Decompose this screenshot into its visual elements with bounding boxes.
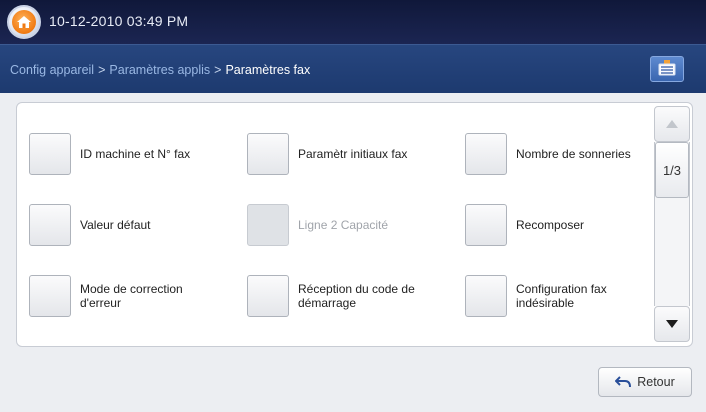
datetime-display: 10-12-2010 03:49 PM	[49, 13, 189, 29]
arrow-up-icon	[666, 120, 678, 128]
grid-item-default-value[interactable]: Valeur défaut	[29, 204, 215, 246]
back-button-label: Retour	[637, 375, 675, 389]
breadcrumb-item-config[interactable]: Config appareil	[10, 63, 94, 77]
grid-item-machine-id[interactable]: ID machine et N° fax	[29, 133, 215, 175]
scroll-track[interactable]: 1/3	[654, 142, 690, 306]
grid-item-label: Ligne 2 Capacité	[298, 218, 389, 232]
home-icon	[12, 10, 36, 34]
undo-arrow-icon	[615, 376, 632, 388]
grid-item-junk-fax[interactable]: Configuration fax indésirable	[465, 275, 651, 317]
page-scroller: 1/3	[654, 106, 690, 343]
grid-item-line2-capacity: Ligne 2 Capacité	[247, 204, 433, 246]
initial-fax-settings-button[interactable]	[247, 133, 289, 175]
grid-item-label: Recomposer	[516, 218, 585, 232]
scroll-down-button[interactable]	[654, 306, 690, 342]
page-indicator: 1/3	[662, 162, 682, 178]
grid-item-label: Réception du code de démarrage	[298, 282, 415, 310]
status-bar: 10-12-2010 03:49 PM	[0, 0, 706, 44]
start-code-button[interactable]	[247, 275, 289, 317]
line2-capacity-button	[247, 204, 289, 246]
grid-item-label: Nombre de sonneries	[516, 147, 631, 161]
home-button[interactable]	[7, 5, 41, 39]
default-value-button[interactable]	[29, 204, 71, 246]
redial-button[interactable]	[465, 204, 507, 246]
grid-item-start-code[interactable]: Réception du code de démarrage	[247, 275, 433, 317]
scroll-up-button[interactable]	[654, 106, 690, 142]
arrow-down-icon	[666, 320, 678, 328]
error-correction-button[interactable]	[29, 275, 71, 317]
breadcrumb-item-current: Paramètres fax	[225, 63, 311, 77]
grid-item-error-correction[interactable]: Mode de correction d'erreur	[29, 275, 215, 317]
fax-settings-screen: 10-12-2010 03:49 PM Config appareil > Para…	[0, 0, 706, 412]
breadcrumb-separator: >	[98, 63, 106, 77]
grid-item-ring-count[interactable]: Nombre de sonneries	[465, 133, 651, 175]
grid-item-label: Configuration fax indésirable	[516, 282, 607, 310]
grid-item-label: Mode de correction d'erreur	[80, 282, 183, 310]
grid-item-label: Valeur défaut	[80, 218, 151, 232]
ring-count-button[interactable]	[465, 133, 507, 175]
job-status-button[interactable]	[650, 56, 684, 82]
breadcrumb-item-app-settings[interactable]: Paramètres applis	[109, 63, 210, 77]
grid-item-redial[interactable]: Recomposer	[465, 204, 651, 246]
back-button[interactable]: Retour	[598, 367, 692, 397]
scroll-thumb[interactable]: 1/3	[655, 142, 689, 198]
grid-item-initial-fax-settings[interactable]: Paramètr initiaux fax	[247, 133, 433, 175]
junk-fax-button[interactable]	[465, 275, 507, 317]
machine-id-button[interactable]	[29, 133, 71, 175]
job-status-icon	[658, 60, 676, 76]
breadcrumb: Config appareil > Paramètres applis > Paramè…	[0, 44, 706, 93]
breadcrumb-separator: >	[214, 63, 222, 77]
grid-item-label: ID machine et N° fax	[80, 147, 191, 161]
grid-item-label: Paramètr initiaux fax	[298, 147, 408, 161]
